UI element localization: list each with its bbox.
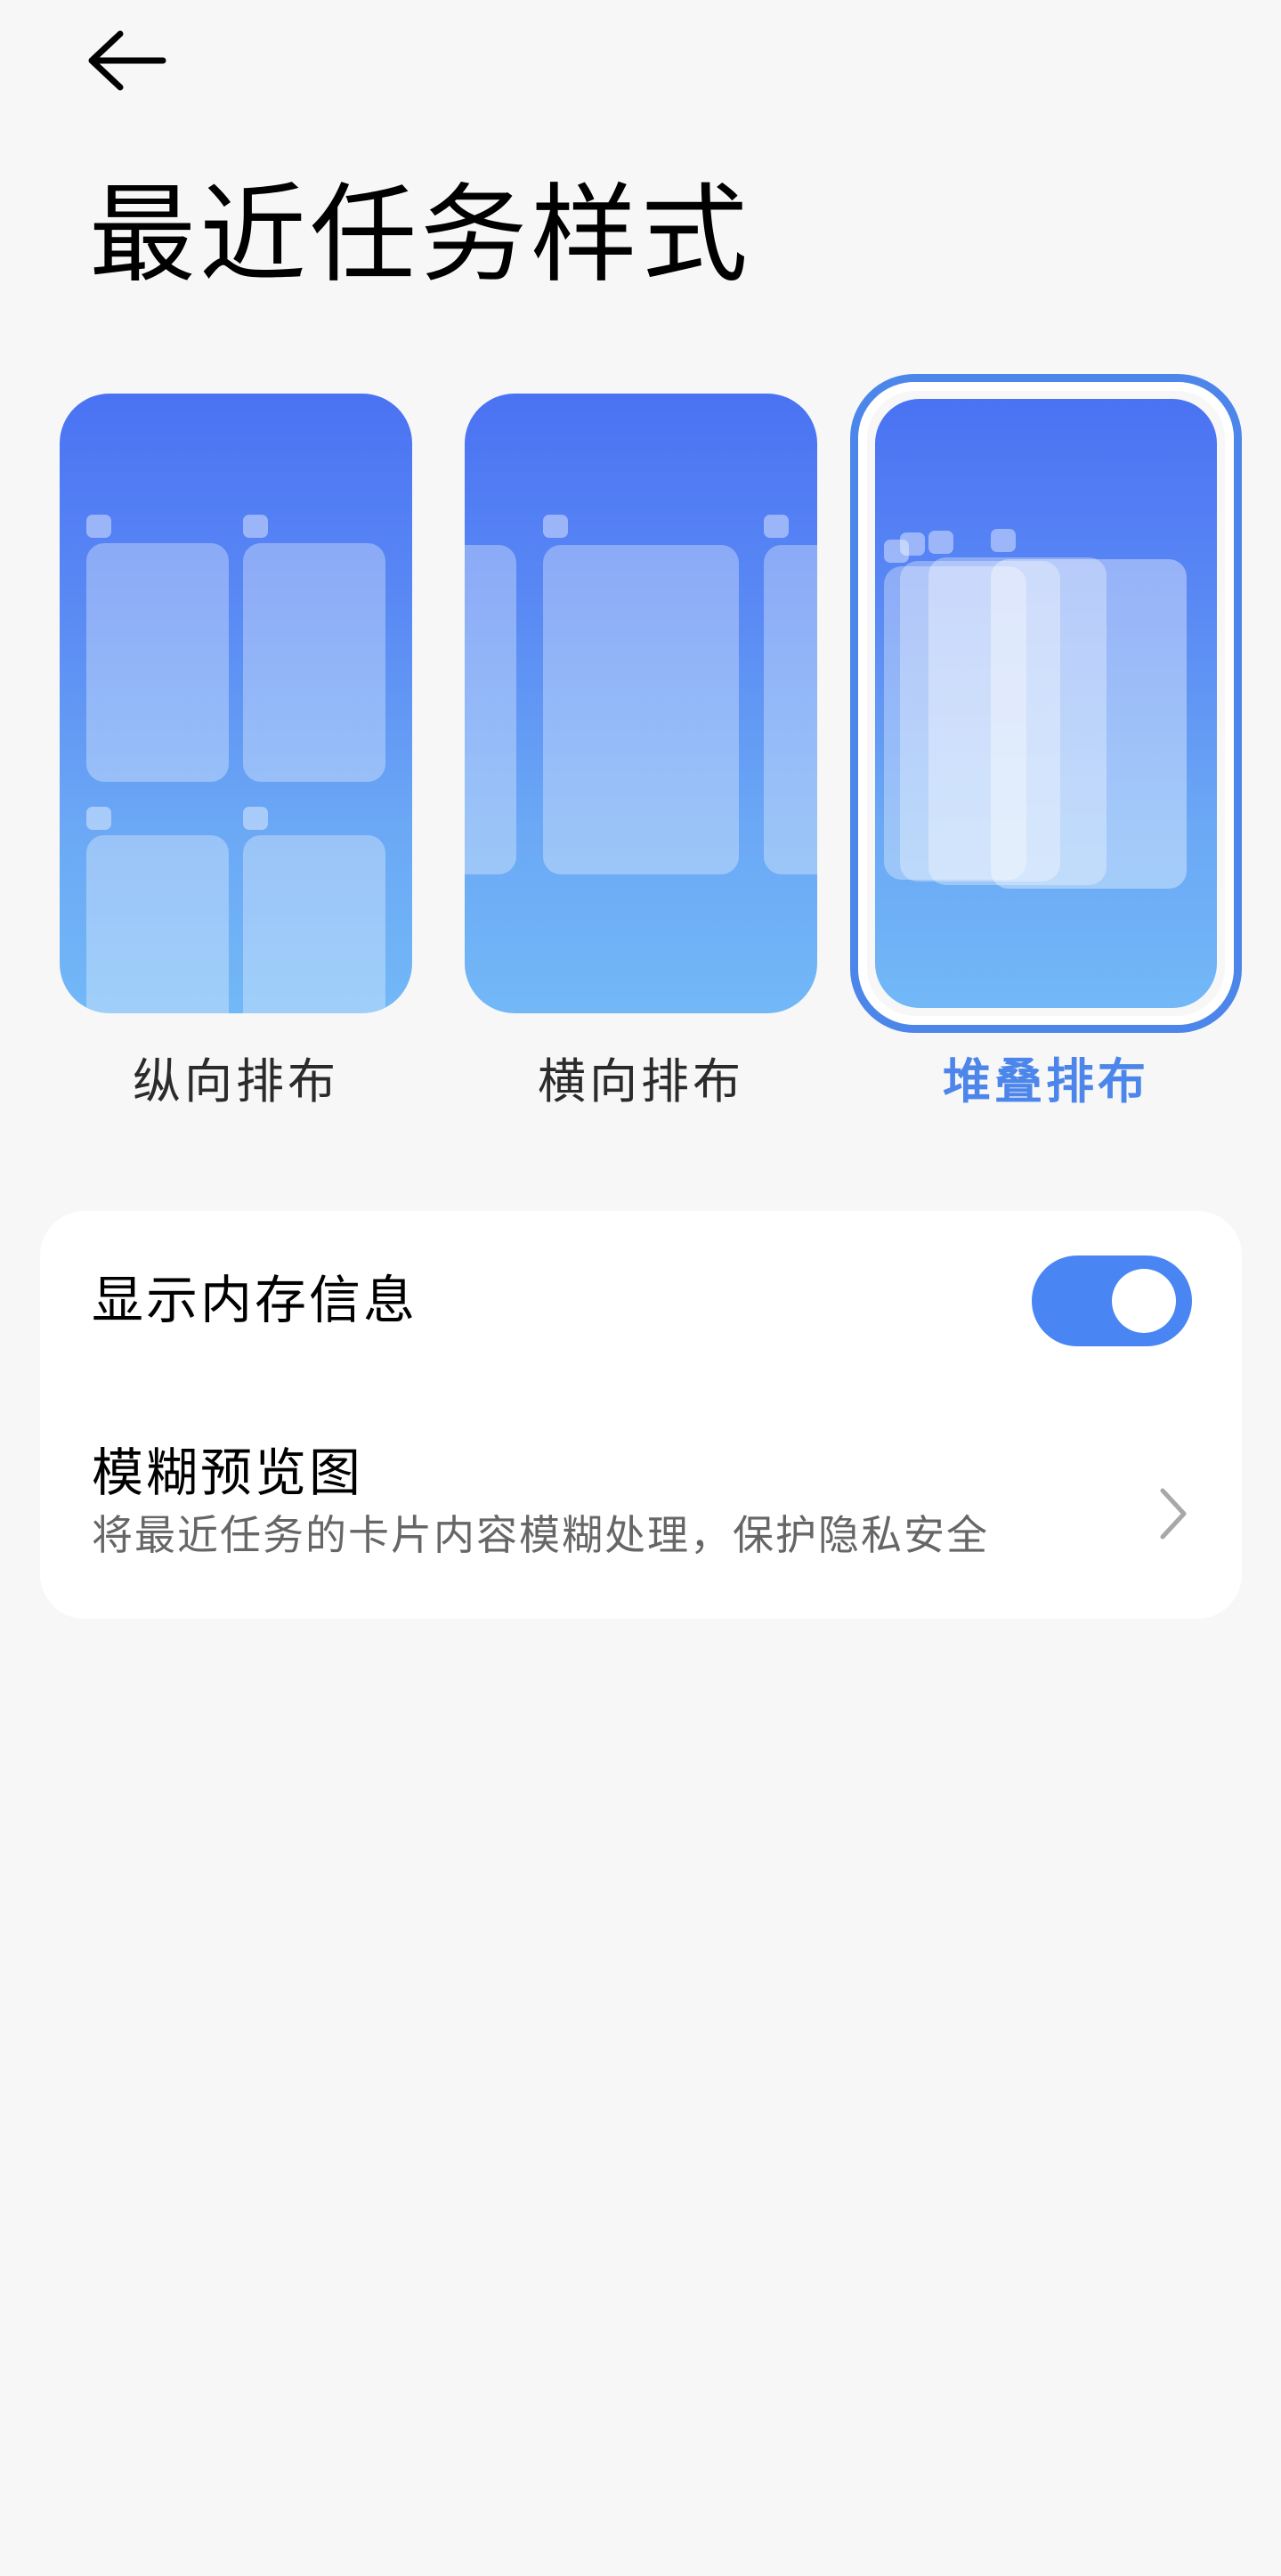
layout-option-horizontal[interactable]: 横向排布 [445,374,837,1140]
horizontal-layout-preview [465,394,817,1013]
memory-info-toggle[interactable] [1032,1255,1192,1346]
memory-info-label: 显示内存信息 [92,1270,418,1330]
layout-option-stacked[interactable]: 堆叠排布 [850,374,1242,1140]
back-button[interactable] [85,25,174,96]
blur-preview-label: 模糊预览图 [92,1442,364,1503]
layout-option-vertical[interactable]: 纵向排布 [40,374,432,1140]
blur-preview-description: 将最近任务的卡片内容模糊处理，保护隐私安全 [92,1511,989,1559]
arrow-left-icon [88,30,166,91]
layout-option-label: 堆叠排布 [943,1053,1149,1109]
settings-panel: 显示内存信息 模糊预览图 将最近任务的卡片内容模糊处理，保护隐私安全 [40,1211,1242,1619]
layout-option-label: 横向排布 [538,1053,744,1109]
blur-preview-row[interactable]: 模糊预览图 将最近任务的卡片内容模糊处理，保护隐私安全 [40,1389,1242,1619]
layout-option-label: 纵向排布 [133,1053,339,1109]
page-title: 最近任务样式 [89,174,751,297]
recent-tasks-style-page: 最近任务样式 纵向排布 横向排布 堆叠排布 显示内存信息 模糊预览图 将最近任务… [0,0,1281,2576]
toggle-knob [1112,1269,1176,1333]
memory-info-row[interactable]: 显示内存信息 [40,1211,1242,1389]
stacked-layout-preview [875,399,1217,1008]
chevron-right-icon [1160,1488,1187,1540]
vertical-layout-preview [60,394,412,1013]
